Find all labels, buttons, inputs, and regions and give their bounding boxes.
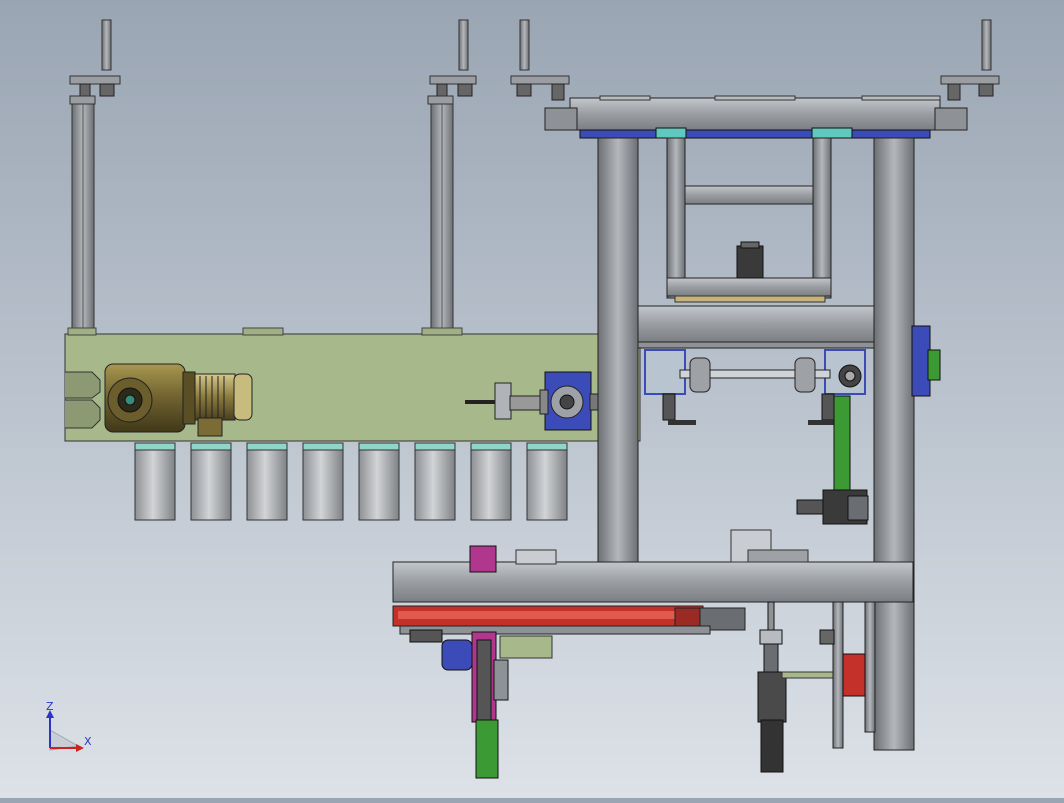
axis-z-label: Z [46, 700, 54, 713]
left-column-1 [71, 103, 95, 329]
top-beam [544, 95, 968, 139]
lower-cylinder [757, 601, 876, 773]
middle-crossbeam [637, 305, 875, 349]
axis-x-arrowhead [76, 744, 84, 752]
hanger-rod-3 [510, 19, 570, 101]
triad-graphic: Z X [46, 700, 92, 752]
cad-viewport[interactable]: Z X [0, 0, 1064, 798]
orientation-triad: Z X [38, 700, 98, 760]
hanger-rod-1 [69, 19, 121, 105]
side-motor [911, 325, 941, 397]
inner-frame [666, 137, 832, 303]
frame-pillar-left [597, 137, 639, 567]
axis-x-label: X [84, 735, 92, 748]
left-column-2 [430, 103, 454, 329]
hanger-rod-4 [940, 19, 1000, 101]
container-row [134, 442, 568, 521]
frame-pillar-right [873, 137, 915, 751]
roller-mechanism [644, 349, 866, 425]
hanger-rod-2 [427, 19, 477, 105]
assembly-drawing [64, 19, 1000, 779]
linear-rail [392, 605, 746, 635]
